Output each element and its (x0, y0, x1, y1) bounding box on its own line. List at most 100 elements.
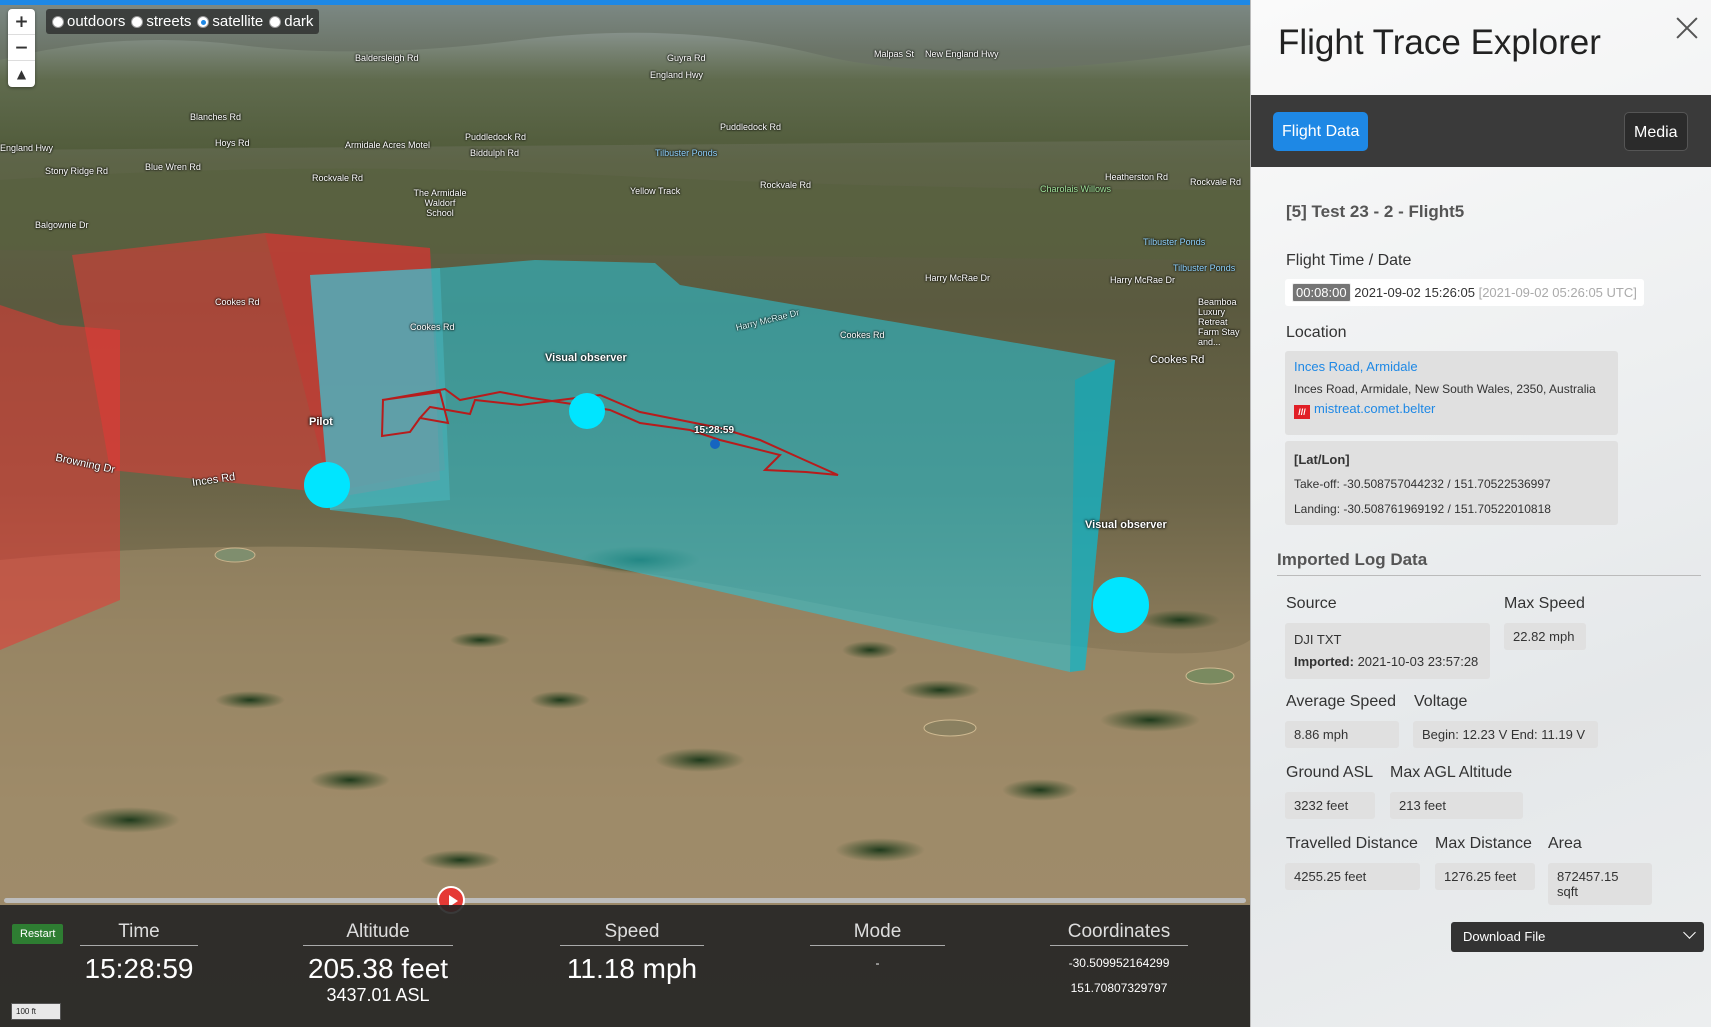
latlon-label: [Lat/Lon] (1294, 452, 1350, 467)
visual-observer-label: Visual observer (1085, 519, 1167, 531)
close-icon[interactable] (1673, 14, 1701, 42)
road-label: Heatherston Rd (1105, 172, 1169, 182)
source-value: DJI TXT (1294, 632, 1342, 647)
location-link[interactable]: Inces Road, Armidale (1294, 357, 1609, 377)
stat-speed-value: 11.18 mph (566, 953, 698, 984)
stat-coordinates: Coordinates -30.509952164299 151.7080732… (1050, 921, 1188, 995)
scrubber-track[interactable] (4, 898, 1246, 903)
road-label: New England Hwy (925, 49, 999, 59)
road-label: Beamboa Luxury Retreat Farm Stay and... (1198, 297, 1240, 347)
visual-observer-marker[interactable] (569, 393, 605, 429)
stat-time-value: 15:28:59 (84, 953, 194, 984)
road-label: Hoys Rd (215, 138, 250, 148)
latlon-box: [Lat/Lon] Take-off: -30.508757044232 / 1… (1285, 441, 1618, 525)
road-label: England Hwy (650, 70, 704, 80)
voltage-label: Voltage (1414, 693, 1468, 710)
map-view[interactable]: Baldersleigh Rd Guyra Rd Malpas St New E… (0, 0, 1250, 1027)
stat-altitude-asl: 3437.01 ASL (326, 985, 430, 1005)
map-zoom-control: + − ▲ (8, 9, 35, 87)
stat-mode: Mode - (810, 921, 945, 970)
pilot-marker[interactable] (304, 462, 350, 508)
playback-scrubber[interactable] (0, 886, 1250, 914)
style-option-streets[interactable]: streets (131, 13, 191, 30)
drone-position-marker[interactable] (710, 439, 720, 449)
stat-mode-value: - (875, 956, 880, 970)
location-full-address: Inces Road, Armidale, New South Wales, 2… (1294, 382, 1596, 396)
stat-coordinates-heading: Coordinates (1050, 921, 1188, 946)
source-label: Source (1286, 595, 1337, 612)
stat-speed: Speed 11.18 mph (560, 921, 704, 985)
landing-label: Landing: (1294, 502, 1341, 516)
download-file-label: Download File (1463, 929, 1546, 944)
travelled-distance-value: 4255.25 feet (1285, 863, 1420, 890)
road-label: Tilbuster Ponds (1143, 237, 1206, 247)
map-style-switcher: outdoors streets satellite dark (46, 9, 320, 34)
max-agl-label: Max AGL Altitude (1390, 764, 1513, 781)
distant-hills (0, 32, 1250, 150)
road-label: Armidale Acres Motel (345, 140, 431, 150)
flight-time-label: Flight Time / Date (1286, 252, 1412, 269)
radio-icon[interactable] (131, 15, 144, 28)
radio-selected-icon[interactable] (197, 15, 210, 28)
download-file-button[interactable]: Download File (1451, 922, 1704, 952)
style-option-satellite[interactable]: satellite (197, 13, 263, 30)
restart-button[interactable]: Restart (12, 924, 64, 944)
radio-icon[interactable] (52, 15, 64, 28)
max-agl-value: 213 feet (1390, 792, 1523, 819)
flight-date-local: 2021-09-02 15:26:05 (1354, 285, 1475, 300)
road-label: Puddledock Rd (720, 122, 782, 132)
road-label: Cookes Rd (1150, 354, 1205, 366)
road-label: Harry McRae Dr (1110, 275, 1176, 285)
map-canvas[interactable] (0, 0, 1250, 1027)
road-label: Cookes Rd (215, 297, 260, 307)
tab-media[interactable]: Media (1624, 112, 1688, 151)
travelled-distance-label: Travelled Distance (1286, 835, 1418, 852)
takeoff-label: Take-off: (1294, 477, 1340, 491)
style-option-label: outdoors (67, 13, 126, 30)
stat-altitude: Altitude 205.38 feet 3437.01 ASL (303, 921, 453, 1006)
ground-asl-value: 3232 feet (1285, 792, 1375, 819)
compass-reset-button[interactable]: ▲ (8, 61, 35, 87)
radio-icon[interactable] (269, 15, 282, 28)
style-option-dark[interactable]: dark (269, 13, 313, 30)
what3words-link[interactable]: mistreat.comet.belter (1314, 401, 1435, 416)
zoom-in-button[interactable]: + (8, 9, 35, 35)
stat-latitude: -30.509952164299 (1068, 956, 1170, 970)
playback-stats-panel: Restart 100 ft Time 15:28:59 Altitude 20… (0, 905, 1250, 1027)
road-label: Rockvale Rd (312, 173, 364, 183)
flight-duration: 00:08:00 (1292, 283, 1351, 302)
imported-value: 2021-10-03 23:57:28 (1357, 654, 1479, 669)
road-label: The Armidale Waldorf School (413, 188, 467, 218)
road-label: Baldersleigh Rd (355, 53, 419, 63)
stat-altitude-value: 205.38 feet (307, 953, 449, 984)
zoom-out-button[interactable]: − (8, 35, 35, 61)
road-label: Rockvale Rd (760, 180, 812, 190)
road-label: England Hwy (0, 143, 54, 153)
what3words-icon: /// (1294, 405, 1310, 419)
road-label: Balgownie Dr (35, 220, 89, 230)
source-box: DJI TXT Imported: 2021-10-03 23:57:28 (1285, 623, 1490, 679)
takeoff-value: -30.508757044232 / 151.70522536997 (1343, 477, 1551, 491)
max-speed-value: 22.82 mph (1504, 623, 1586, 650)
style-option-outdoors[interactable]: outdoors (52, 13, 125, 30)
farm-dam (1185, 667, 1235, 685)
tab-flight-data[interactable]: Flight Data (1273, 112, 1369, 151)
road-label: Yellow Track (630, 186, 681, 196)
road-label: Charolais Willows (1040, 184, 1112, 194)
location-box: Inces Road, Armidale Inces Road, Armidal… (1285, 351, 1618, 435)
map-scale-bar: 100 ft (11, 1003, 61, 1020)
road-label: Puddledock Rd (465, 132, 527, 142)
visual-observer-marker[interactable] (1093, 577, 1149, 633)
road-label: Tilbuster Ponds (655, 148, 718, 158)
avg-speed-label: Average Speed (1286, 693, 1397, 710)
max-speed-label: Max Speed (1504, 595, 1585, 612)
flight-trace-explorer-app: Baldersleigh Rd Guyra Rd Malpas St New E… (0, 0, 1711, 1027)
stat-mode-heading: Mode (810, 921, 945, 946)
road-label: Stony Ridge Rd (45, 166, 109, 176)
chevron-down-icon (1683, 926, 1696, 939)
stat-speed-heading: Speed (560, 921, 704, 946)
flight-name: [5] Test 23 - 2 - Flight5 (1286, 202, 1465, 221)
sidebar-tabbar: Flight Data Media (1251, 95, 1711, 167)
stat-time-heading: Time (80, 921, 198, 946)
road-label: Tilbuster Ponds (1173, 263, 1236, 273)
